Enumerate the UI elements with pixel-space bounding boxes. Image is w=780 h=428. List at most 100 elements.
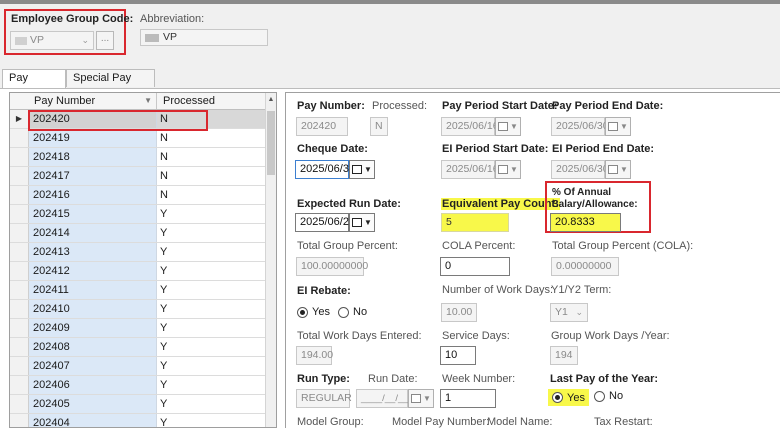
pay-number-cell[interactable]: 202417: [29, 167, 157, 185]
table-row[interactable]: 202412 Y: [10, 262, 267, 281]
processed-cell[interactable]: Y: [157, 338, 267, 356]
expected-run-calendar-button[interactable]: ▼: [349, 213, 375, 232]
processed-cell[interactable]: Y: [157, 395, 267, 413]
pay-number-cell[interactable]: 202406: [29, 376, 157, 394]
service-days-field[interactable]: 10: [440, 346, 476, 365]
row-header[interactable]: [10, 414, 29, 427]
table-row[interactable]: 202411 Y: [10, 281, 267, 300]
lookup-button[interactable]: ...: [96, 31, 114, 50]
pay-number-cell[interactable]: 202409: [29, 319, 157, 337]
processed-cell[interactable]: N: [157, 167, 267, 185]
ei-start-calendar-button[interactable]: ▼: [495, 160, 521, 179]
processed-cell[interactable]: Y: [157, 357, 267, 375]
radio-unselected-icon[interactable]: [594, 390, 605, 402]
pay-number-cell[interactable]: 202412: [29, 262, 157, 280]
cheque-date-calendar-button[interactable]: ▼: [349, 160, 375, 179]
table-row[interactable]: 202409 Y: [10, 319, 267, 338]
processed-cell[interactable]: Y: [157, 205, 267, 223]
table-row[interactable]: 202418 N: [10, 148, 267, 167]
row-header[interactable]: [10, 224, 29, 242]
processed-cell[interactable]: Y: [157, 281, 267, 299]
expected-run-field[interactable]: 2025/06/23: [295, 213, 355, 232]
tab-pay-periods[interactable]: Pay Periods: [2, 69, 66, 101]
table-row[interactable]: 202414 Y: [10, 224, 267, 243]
row-header[interactable]: [10, 376, 29, 394]
row-header[interactable]: [10, 243, 29, 261]
tab-special-pay-runs[interactable]: Special Pay Runs: [66, 69, 155, 101]
week-number-field[interactable]: 1: [440, 389, 496, 408]
cheque-date-field[interactable]: 2025/06/30: [295, 160, 355, 179]
table-row[interactable]: 202410 Y: [10, 300, 267, 319]
pay-number-cell[interactable]: 202418: [29, 148, 157, 166]
grid-scrollbar[interactable]: ▲: [265, 93, 276, 427]
y1y2-term-select[interactable]: Y1 ⌄: [550, 303, 588, 322]
row-header[interactable]: [10, 129, 29, 147]
pay-period-end-field: 2025/06/30: [551, 117, 609, 136]
pay-number-cell[interactable]: 202415: [29, 205, 157, 223]
row-header[interactable]: [10, 357, 29, 375]
radio-unselected-icon[interactable]: [338, 306, 349, 318]
pay-number-cell[interactable]: 202414: [29, 224, 157, 242]
processed-cell[interactable]: Y: [157, 300, 267, 318]
row-header[interactable]: [10, 395, 29, 413]
row-header[interactable]: [10, 338, 29, 356]
processed-cell[interactable]: Y: [157, 243, 267, 261]
pay-number-cell[interactable]: 202419: [29, 129, 157, 147]
column-header-processed[interactable]: Processed: [157, 93, 267, 109]
pay-number-cell[interactable]: 202405: [29, 395, 157, 413]
pay-number-cell[interactable]: 202413: [29, 243, 157, 261]
table-row[interactable]: 202419 N: [10, 129, 267, 148]
row-header[interactable]: [10, 262, 29, 280]
run-date-calendar-button[interactable]: ▼: [408, 389, 434, 408]
table-row[interactable]: 202416 N: [10, 186, 267, 205]
pay-number-cell[interactable]: 202404: [29, 414, 157, 427]
scroll-up-icon[interactable]: ▲: [267, 95, 275, 105]
row-header[interactable]: [10, 167, 29, 185]
processed-cell[interactable]: Y: [157, 414, 267, 427]
row-header[interactable]: [10, 300, 29, 318]
ei-rebate-no-option[interactable]: No: [338, 306, 367, 318]
pay-period-end-calendar-button[interactable]: ▼: [605, 117, 631, 136]
processed-cell[interactable]: Y: [157, 319, 267, 337]
table-row[interactable]: 202405 Y: [10, 395, 267, 414]
processed-cell[interactable]: N: [157, 186, 267, 204]
pay-number-cell[interactable]: 202411: [29, 281, 157, 299]
pay-number-cell[interactable]: 202408: [29, 338, 157, 356]
table-row[interactable]: 202404 Y: [10, 414, 267, 427]
pct-annual-field[interactable]: 20.8333: [550, 213, 621, 232]
row-header[interactable]: [10, 319, 29, 337]
processed-cell[interactable]: N: [157, 148, 267, 166]
table-row[interactable]: 202417 N: [10, 167, 267, 186]
table-row[interactable]: 202407 Y: [10, 357, 267, 376]
cola-pct-field[interactable]: 0: [440, 257, 510, 276]
processed-cell[interactable]: Y: [157, 224, 267, 242]
row-pointer-icon[interactable]: ▶: [10, 110, 29, 128]
table-row[interactable]: 202413 Y: [10, 243, 267, 262]
pay-period-start-calendar-button[interactable]: ▼: [495, 117, 521, 136]
last-pay-yes-option[interactable]: Yes: [548, 389, 589, 406]
expected-run-label: Expected Run Date:: [297, 198, 401, 210]
num-work-days-field: 10.00: [441, 303, 477, 322]
processed-cell[interactable]: Y: [157, 262, 267, 280]
employee-group-code-select[interactable]: VP ⌄: [10, 31, 94, 50]
table-row[interactable]: 202408 Y: [10, 338, 267, 357]
radio-selected-icon[interactable]: [297, 306, 308, 318]
row-header[interactable]: [10, 148, 29, 166]
ei-end-calendar-button[interactable]: ▼: [605, 160, 631, 179]
processed-cell[interactable]: N: [157, 129, 267, 147]
ei-rebate-yes-option[interactable]: Yes: [297, 306, 330, 318]
radio-selected-icon[interactable]: [552, 392, 563, 403]
last-pay-no-option[interactable]: No: [594, 390, 623, 402]
pay-number-cell[interactable]: 202410: [29, 300, 157, 318]
pay-number-cell[interactable]: 202416: [29, 186, 157, 204]
scroll-thumb[interactable]: [267, 111, 275, 175]
row-header[interactable]: [10, 205, 29, 223]
table-row[interactable]: 202415 Y: [10, 205, 267, 224]
row-header[interactable]: [10, 281, 29, 299]
pay-number-cell[interactable]: 202407: [29, 357, 157, 375]
processed-cell[interactable]: Y: [157, 376, 267, 394]
row-header[interactable]: [10, 186, 29, 204]
column-header-pay-number[interactable]: Pay Number ▼: [29, 93, 157, 109]
selected-row-highlight: [28, 110, 208, 131]
table-row[interactable]: 202406 Y: [10, 376, 267, 395]
